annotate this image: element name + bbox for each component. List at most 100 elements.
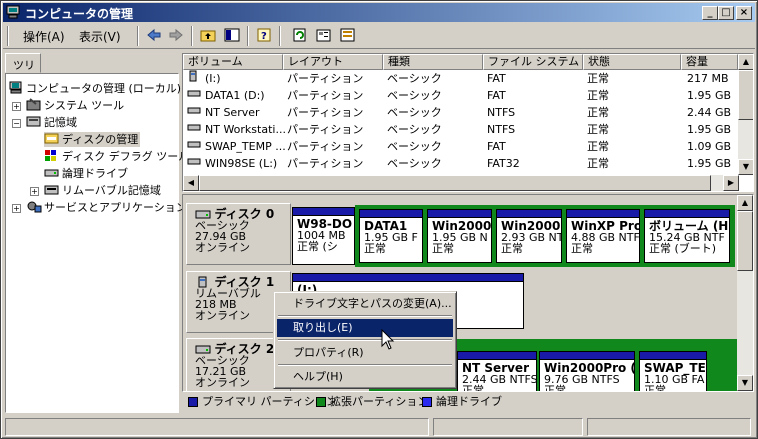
table-row[interactable]: SWAP_TEMP ... パーティション ベーシック FAT 正常 1.09 … xyxy=(183,138,739,155)
disk-view-scrollbar[interactable]: ▲ ▼ xyxy=(737,195,753,391)
column-header-volume[interactable]: ボリューム xyxy=(183,54,283,70)
close-icon: × xyxy=(739,7,749,18)
drive-icon xyxy=(187,87,201,104)
volume-list-hscrollbar[interactable]: ◀ ▶ xyxy=(183,175,739,191)
drive-icon xyxy=(187,138,201,155)
menu-item-change-drive-letter[interactable]: ドライブ文字とパスの変更(A)... xyxy=(277,295,453,313)
tree-label: ディスク デフラグ ツール xyxy=(62,150,190,163)
status-bar xyxy=(3,415,755,437)
expand-icon[interactable]: + xyxy=(12,204,21,213)
volume-list: ボリューム レイアウト 種類 ファイル システム 状態 容量 (I:) パーティ… xyxy=(182,53,754,192)
disk-management-icon xyxy=(44,133,59,144)
scroll-thumb[interactable] xyxy=(199,175,711,191)
disk-graphical-view: ディスク 0 ベーシック 27.94 GB オンライン W98-DO 1004 M… xyxy=(182,194,754,392)
scroll-left-arrow-icon[interactable]: ◀ xyxy=(183,175,199,191)
back-arrow-icon xyxy=(147,28,161,42)
close-button[interactable]: × xyxy=(736,6,752,20)
column-header-status[interactable]: 状態 xyxy=(583,54,681,70)
collapse-icon[interactable]: − xyxy=(12,119,21,128)
maximize-icon: □ xyxy=(721,7,731,18)
svg-text:?: ? xyxy=(261,31,267,42)
menu-separator xyxy=(278,364,452,366)
column-header-type[interactable]: 種類 xyxy=(383,54,483,70)
legend-logical: 論理ドライブ xyxy=(436,395,502,408)
partition-win2000pro[interactable]: Win2000Pro (9.76 GB NTFS 正常 xyxy=(539,351,635,391)
tree-item-storage[interactable]: 記憶域 xyxy=(26,115,77,130)
scroll-right-arrow-icon[interactable]: ▶ xyxy=(723,175,739,191)
table-row[interactable]: NT Server パーティション ベーシック NTFS 正常 2.44 GB xyxy=(183,104,739,121)
scroll-thumb[interactable] xyxy=(738,70,753,120)
partition-win2000[interactable]: Win2000 1.95 GB N 正常 xyxy=(427,209,492,263)
column-header-layout[interactable]: レイアウト xyxy=(283,54,383,70)
maximize-button[interactable]: □ xyxy=(718,6,734,20)
expand-icon[interactable]: + xyxy=(30,187,39,196)
grip xyxy=(7,26,9,46)
export-list-button[interactable] xyxy=(337,26,359,46)
status-pane xyxy=(587,418,751,436)
status-pane xyxy=(5,418,429,436)
disk-0-label[interactable]: ディスク 0 ベーシック 27.94 GB オンライン xyxy=(186,203,291,265)
tree-item-disk-defragmenter[interactable]: ディスク デフラグ ツール xyxy=(44,149,189,164)
properties-button[interactable] xyxy=(313,26,335,46)
scroll-up-arrow-icon[interactable]: ▲ xyxy=(738,54,753,70)
menu-separator xyxy=(278,315,452,317)
tree-item-disk-management[interactable]: ディスクの管理 xyxy=(44,132,141,147)
tree-label: ディスクの管理 xyxy=(62,133,139,146)
menu-item-properties[interactable]: プロパティ(R) xyxy=(277,344,453,362)
toolbar-separator xyxy=(191,26,193,46)
back-button[interactable] xyxy=(143,26,165,46)
menu-action[interactable]: 操作(A) xyxy=(23,28,65,45)
storage-icon xyxy=(26,116,41,127)
tree-item-computer-management[interactable]: コンピュータの管理 (ローカル) xyxy=(8,81,181,96)
scroll-thumb[interactable] xyxy=(737,211,753,271)
column-header-capacity[interactable]: 容量 xyxy=(681,54,738,70)
tab-tree[interactable]: ツリー xyxy=(5,53,41,88)
partition-win2000-server[interactable]: Win2000 S2.93 GB NT正常 xyxy=(496,209,562,263)
forward-button[interactable] xyxy=(165,26,187,46)
column-header-filesystem[interactable]: ファイル システム xyxy=(483,54,583,70)
minimize-button[interactable]: _ xyxy=(702,6,718,20)
tree-item-services-and-applications[interactable]: サービスとアプリケーション xyxy=(26,200,187,215)
partition-data1[interactable]: DATA1 1.95 GB F 正常 xyxy=(359,209,423,263)
scroll-down-arrow-icon[interactable]: ▼ xyxy=(737,375,753,391)
scroll-down-arrow-icon[interactable]: ▼ xyxy=(738,159,753,175)
minimize-icon: _ xyxy=(707,7,713,18)
table-row[interactable]: WIN98SE (L:) パーティション ベーシック FAT32 正常 1.95… xyxy=(183,155,739,172)
computer-management-icon xyxy=(6,5,20,19)
scroll-up-arrow-icon[interactable]: ▲ xyxy=(737,195,753,211)
toolbar-separator xyxy=(137,26,139,46)
console-tree-icon xyxy=(224,28,240,42)
services-icon xyxy=(27,201,42,213)
partition-swap-temp[interactable]: SWAP_TEI 1.10 GB FA 正常 xyxy=(639,351,707,391)
menu-view[interactable]: 表示(V) xyxy=(79,28,121,45)
drive-icon xyxy=(187,155,201,172)
help-button[interactable]: ? xyxy=(253,26,275,46)
menu-item-help[interactable]: ヘルプ(H) xyxy=(277,368,453,386)
removable-storage-icon xyxy=(44,185,59,195)
expand-icon[interactable]: + xyxy=(12,102,21,111)
partition-w98-dos[interactable]: W98-DO 1004 MB 正常 (シ xyxy=(292,207,355,265)
table-row[interactable]: NT Workstati... パーティション ベーシック NTFS 正常 1.… xyxy=(183,121,739,138)
tree-label: コンピュータの管理 (ローカル) xyxy=(26,82,182,95)
table-row[interactable]: DATA1 (D:) パーティション ベーシック FAT 正常 1.95 GB xyxy=(183,87,739,104)
legend-extended: 拡張パーティション xyxy=(330,395,429,408)
show-hide-tree-button[interactable] xyxy=(221,26,243,46)
table-row[interactable]: (I:) パーティション ベーシック FAT 正常 217 MB xyxy=(183,70,739,87)
defrag-icon xyxy=(45,150,56,161)
tree-item-removable-storage[interactable]: リムーバブル記憶域 xyxy=(44,183,161,198)
partition-nt-server[interactable]: NT Server 2.44 GB NTFS 正常 xyxy=(457,351,537,391)
system-tools-icon xyxy=(26,98,41,111)
tree-item-logical-drives[interactable]: 論理ドライブ xyxy=(44,166,128,181)
legend-swatch-logical xyxy=(422,397,432,407)
tree-label: システム ツール xyxy=(44,99,125,112)
title-bar: コンピュータの管理 _ □ × xyxy=(3,3,755,22)
refresh-button[interactable] xyxy=(289,26,311,46)
folder-up-icon xyxy=(200,30,216,42)
tree-item-system-tools[interactable]: システム ツール xyxy=(26,98,124,113)
volume-list-vscrollbar[interactable]: ▲ ▼ xyxy=(738,54,753,175)
menu-item-eject[interactable]: 取り出し(E) xyxy=(277,319,453,337)
up-one-level-button[interactable] xyxy=(197,26,219,46)
window-title: コンピュータの管理 xyxy=(25,7,134,21)
partition-winxp-pro[interactable]: WinXP Pro 4.88 GB NTF 正常 xyxy=(566,209,640,263)
partition-volume-h[interactable]: ボリューム (H 15.24 GB NTF 正常 (ブート) xyxy=(644,209,730,263)
